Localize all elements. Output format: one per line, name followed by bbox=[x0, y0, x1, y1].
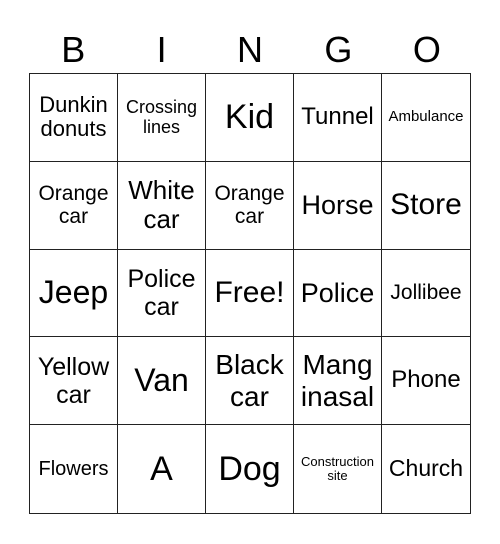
bingo-cell[interactable]: White car bbox=[118, 161, 206, 250]
bingo-cell-label: Jeep bbox=[38, 274, 109, 311]
bingo-cell[interactable]: Dog bbox=[206, 425, 294, 513]
header-letter-o: O bbox=[412, 29, 441, 70]
bingo-cell[interactable]: Black car bbox=[206, 337, 294, 426]
bingo-cell-label: Mang inasal bbox=[300, 349, 375, 412]
bingo-cell-label: Kid bbox=[224, 98, 275, 137]
bingo-cell[interactable]: Flowers bbox=[30, 425, 118, 513]
bingo-cell[interactable]: Church bbox=[382, 425, 470, 513]
bingo-cell-label: Ambulance bbox=[388, 108, 464, 125]
bingo-cell[interactable]: Jeep bbox=[30, 249, 118, 338]
bingo-cell[interactable]: Dunkin donuts bbox=[30, 74, 118, 162]
bingo-cell-label: Crossing lines bbox=[125, 97, 198, 138]
bingo-cell-label: Orange car bbox=[38, 181, 109, 229]
bingo-cell-label: Tunnel bbox=[301, 102, 374, 130]
bingo-cell-label: Orange car bbox=[214, 181, 285, 229]
bingo-cell[interactable]: Mang inasal bbox=[294, 337, 382, 426]
bingo-header: B I N G O bbox=[29, 28, 471, 72]
bingo-cell[interactable]: Van bbox=[118, 337, 206, 426]
bingo-cell-label: Black car bbox=[215, 349, 284, 412]
header-letter-i: I bbox=[156, 29, 167, 70]
bingo-cell[interactable]: Orange car bbox=[30, 161, 118, 250]
bingo-cell-label: Jollibee bbox=[390, 281, 462, 305]
bingo-cell-label: Construction site bbox=[301, 453, 374, 484]
bingo-cell[interactable]: Orange car bbox=[206, 161, 294, 250]
header-letter-g: G bbox=[324, 29, 353, 70]
bingo-cell[interactable]: Phone bbox=[382, 337, 470, 426]
bingo-cell[interactable]: Tunnel bbox=[294, 74, 382, 162]
bingo-cell[interactable]: Crossing lines bbox=[118, 74, 206, 162]
bingo-cell-label: A bbox=[150, 450, 173, 489]
bingo-cell-label: Phone bbox=[391, 366, 461, 394]
bingo-cell-label: White car bbox=[128, 175, 195, 235]
bingo-cell[interactable]: Ambulance bbox=[382, 74, 470, 162]
bingo-cell-label: Dog bbox=[218, 450, 281, 489]
bingo-cell[interactable]: Police car bbox=[118, 249, 206, 338]
bingo-cell[interactable]: Free! bbox=[206, 249, 294, 338]
bingo-cell-label: Yellow car bbox=[37, 352, 110, 409]
bingo-cell-label: Police bbox=[300, 277, 375, 308]
bingo-cell-label: Flowers bbox=[38, 457, 109, 480]
bingo-cell[interactable]: Yellow car bbox=[30, 337, 118, 426]
bingo-cell[interactable]: Construction site bbox=[294, 425, 382, 513]
header-letter-b: B bbox=[61, 29, 86, 70]
bingo-cell-label: Dunkin donuts bbox=[39, 91, 108, 142]
bingo-cell-label: Store bbox=[390, 188, 462, 222]
header-letter-n: N bbox=[237, 29, 264, 70]
bingo-cell[interactable]: Kid bbox=[206, 74, 294, 162]
bingo-cell[interactable]: Store bbox=[382, 162, 470, 250]
bingo-cell-label: Horse bbox=[301, 190, 374, 221]
bingo-cell[interactable]: Police bbox=[294, 249, 382, 338]
bingo-cell[interactable]: A bbox=[118, 425, 206, 513]
bingo-cell-label: Van bbox=[134, 361, 189, 398]
bingo-grid: Dunkin donuts Crossing lines Kid Tunnel Ambu… bbox=[29, 73, 471, 514]
bingo-cell-label: Free! bbox=[214, 276, 285, 310]
bingo-cell-label: Police car bbox=[127, 264, 196, 321]
bingo-cell[interactable]: Jollibee bbox=[382, 250, 470, 338]
bingo-cell[interactable]: Horse bbox=[294, 161, 382, 250]
bingo-cell-label: Church bbox=[388, 455, 464, 482]
